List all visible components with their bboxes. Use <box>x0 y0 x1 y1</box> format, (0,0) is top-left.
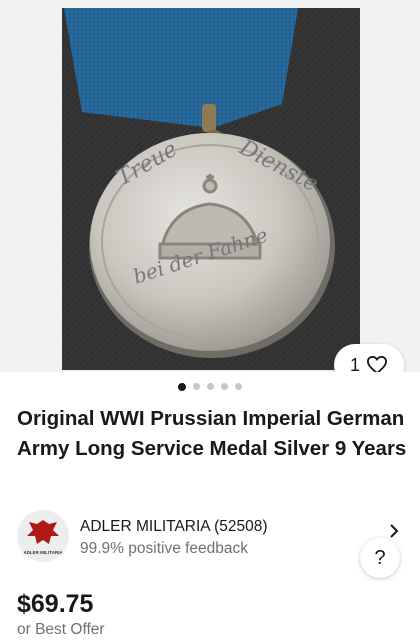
eagle-icon <box>27 520 59 544</box>
seller-card[interactable]: ADLER MILITARIA ADLER MILITARIA (52508) … <box>0 508 420 578</box>
like-count: 1 <box>349 354 360 373</box>
heart-icon <box>366 355 388 372</box>
watch-button[interactable]: 1 <box>334 344 404 372</box>
pagination-dot[interactable] <box>235 383 242 390</box>
avatar-text: ADLER MILITARIA <box>23 550 63 555</box>
chevron-right-icon[interactable] <box>388 523 400 539</box>
gallery-pagination <box>0 382 420 391</box>
image-gallery[interactable]: Treue Dienste bei der Fahne 1 <box>0 0 420 372</box>
seller-name[interactable]: ADLER MILITARIA (52508) <box>80 518 268 536</box>
seller-avatar[interactable]: ADLER MILITARIA <box>17 510 69 562</box>
best-offer-text: or Best Offer <box>17 621 105 638</box>
seller-feedback: 99.9% positive feedback <box>80 540 249 557</box>
pagination-dot[interactable] <box>193 383 200 390</box>
listing-title: Original WWI Prussian Imperial German Ar… <box>17 407 407 460</box>
listing-photo[interactable]: Treue Dienste bei der Fahne <box>62 8 360 370</box>
pagination-dot[interactable] <box>221 383 228 390</box>
pagination-dot[interactable] <box>178 382 186 391</box>
pagination-dot[interactable] <box>207 383 214 390</box>
help-button[interactable]: ? <box>360 538 400 578</box>
price: $69.75 <box>17 590 94 618</box>
